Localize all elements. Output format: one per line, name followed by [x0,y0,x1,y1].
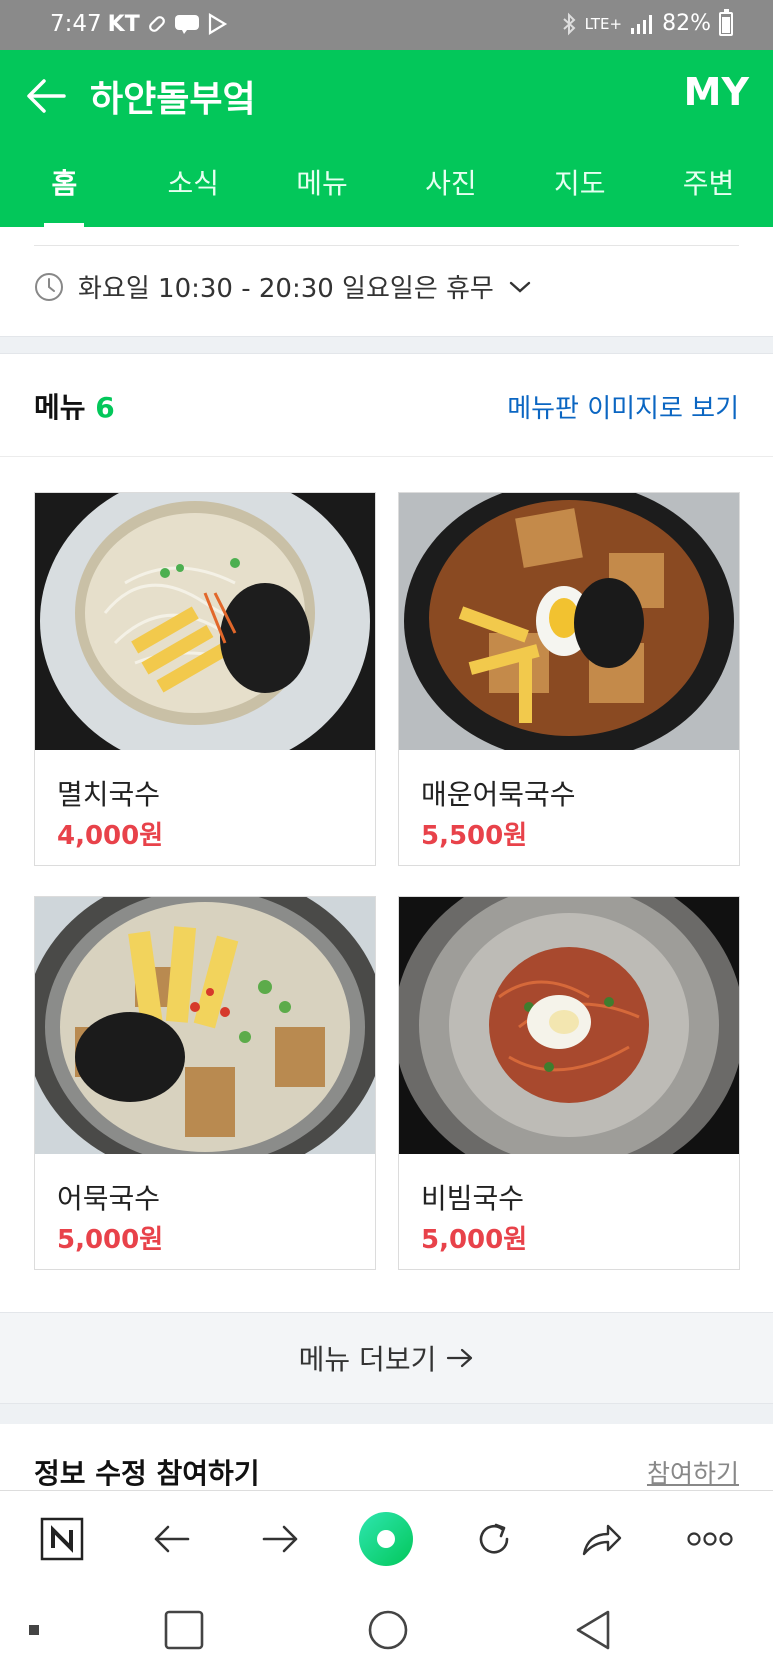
battery-percent: 82% [662,11,711,36]
menu-item-name: 어묵국수 [57,1182,161,1215]
recent-apps-icon[interactable] [160,1606,208,1654]
dot-icon [29,1625,39,1635]
participate-link[interactable]: 참여하기 [647,1454,739,1490]
menu-photo [399,897,739,1154]
tab-news[interactable]: 소식 [129,140,258,227]
chevron-down-icon [509,281,531,293]
pill-icon [148,16,165,32]
more-menu-button[interactable]: 메뉴 더보기 [0,1312,773,1404]
menu-item-name: 멸치국수 [57,778,161,811]
blog-icon [174,15,199,34]
menu-item-price: 5,000원 [57,1225,164,1255]
tab-home[interactable]: 홈 [0,140,129,227]
back-arrow-icon[interactable] [146,1513,198,1565]
browser-toolbar [0,1490,773,1586]
system-nav-bar [0,1586,773,1675]
tab-bar: 홈 소식 메뉴 사진 지도 주변 [0,140,773,227]
tab-nearby[interactable]: 주변 [644,140,773,227]
menu-count: 6 [95,391,115,424]
info-edit-title: 정보 수정 참여하기 [34,1457,260,1490]
hours-text: 화요일 10:30 - 20:30 일요일은 휴무 [78,274,494,304]
menu-section-title: 메뉴 6 [34,386,115,426]
app-header: 하얀돌부엌 MY [0,50,773,140]
tab-map[interactable]: 지도 [515,140,644,227]
section-separator [0,336,773,354]
menu-item-name: 비빔국수 [421,1182,525,1215]
menu-card[interactable]: 매운어묵국수 5,500원 [398,492,740,866]
more-menu-label: 메뉴 더보기 [298,1343,437,1376]
forward-arrow-icon[interactable] [254,1513,306,1565]
more-dots-icon[interactable] [684,1513,736,1565]
battery-icon [719,8,733,36]
menu-photo [35,493,375,750]
back-arrow-icon[interactable] [24,76,68,116]
clock-icon [35,272,63,301]
screen: 7:47 KT LTE+ 82% 하얀돌부엌 MY 홈 소식 메뉴 사진 지도 … [0,0,773,1675]
refresh-icon[interactable] [468,1513,520,1565]
bluetooth-icon [562,12,576,35]
share-icon[interactable] [576,1513,628,1565]
play-store-icon [208,13,227,35]
section-separator [0,1404,773,1424]
menu-item-price: 5,000원 [421,1225,528,1255]
menu-item-price: 4,000원 [57,821,164,851]
menu-board-image-link[interactable]: 메뉴판 이미지로 보기 [507,388,739,425]
status-bar: 7:47 KT LTE+ 82% [0,0,773,50]
tab-photos[interactable]: 사진 [386,140,515,227]
tab-menu[interactable]: 메뉴 [258,140,387,227]
back-triangle-icon[interactable] [570,1606,618,1654]
home-circle-icon[interactable] [364,1606,412,1654]
menu-card[interactable]: 비빔국수 5,000원 [398,896,740,1270]
menu-card[interactable]: 어묵국수 5,000원 [34,896,376,1270]
menu-title: 메뉴 [34,391,86,424]
menu-photo [399,493,739,750]
green-dot-icon[interactable] [358,1511,414,1567]
status-carrier: KT [107,11,140,37]
place-title: 하얀돌부엌 [90,79,256,120]
network-type: LTE+ [584,14,623,33]
menu-item-price: 5,500원 [421,821,528,851]
status-time: 7:47 [50,11,102,37]
business-hours[interactable]: 화요일 10:30 - 20:30 일요일은 휴무 [34,268,532,305]
arrow-right-icon [447,1348,473,1368]
divider [34,245,739,246]
menu-card[interactable]: 멸치국수 4,000원 [34,492,376,866]
menu-item-name: 매운어묵국수 [421,778,576,811]
divider [0,456,773,457]
naver-n-icon[interactable] [36,1513,88,1565]
my-button[interactable]: MY [684,70,749,114]
menu-photo [35,897,375,1154]
signal-icon [631,14,653,34]
